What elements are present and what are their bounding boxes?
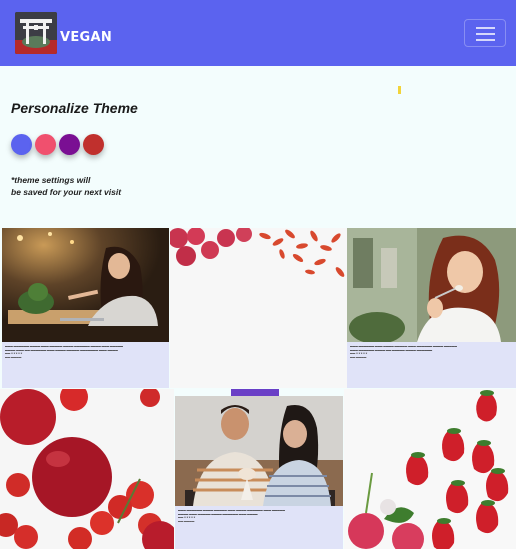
caption-author: ▬▬ ▬▬▬▬ [5, 355, 22, 359]
theme-note-line-2: be saved for your next visit [11, 187, 122, 197]
woman-eating-cafe-photo [2, 228, 169, 342]
caption-author: ▬▬ ▬▬▬▬ [178, 519, 195, 523]
raspberries-goji-berries-photo [170, 228, 347, 388]
woman-eating-fork-photo [347, 228, 516, 344]
hamburger-icon[interactable] [464, 19, 506, 47]
gallery-tile-5[interactable]: ▬▬▬ ▬▬▬▬▬▬ ▬▬▬▬ ▬▬▬▬▬ ▬▬▬ ▬▬▬▬ ▬▬▬▬▬▬ ▬▬… [175, 396, 343, 549]
strawberries-radishes-photo [344, 389, 516, 549]
theme-note-line-1: *theme settings will [11, 175, 91, 185]
accent-tab [231, 389, 279, 396]
apples-tomatoes-photo [0, 389, 174, 549]
theme-note: *theme settings will be saved for your n… [11, 174, 211, 198]
photo-caption: ▬▬▬ ▬▬▬▬▬▬ ▬▬▬ ▬▬▬▬ ▬▬▬▬▬ ▬▬▬ ▬▬▬▬▬▬ ▬▬▬… [347, 342, 516, 388]
theme-swatch-blue[interactable] [11, 134, 32, 155]
theme-title: Personalize Theme [11, 100, 138, 116]
highlight-marker [398, 86, 401, 94]
theme-swatch-pink[interactable] [35, 134, 56, 155]
gallery-tile-3[interactable]: ▬▬▬ ▬▬▬▬▬▬ ▬▬▬ ▬▬▬▬ ▬▬▬▬▬ ▬▬▬ ▬▬▬▬▬▬ ▬▬▬… [347, 228, 516, 388]
photo-caption: ▬▬▬ ▬▬▬▬▬▬ ▬▬▬▬ ▬▬▬ ▬▬▬▬▬ ▬▬▬▬ ▬▬▬▬▬▬ ▬▬… [2, 342, 169, 388]
theme-swatch-purple[interactable] [59, 134, 80, 155]
gallery-tile-1[interactable]: ▬▬▬ ▬▬▬▬▬▬ ▬▬▬▬ ▬▬▬ ▬▬▬▬▬ ▬▬▬▬ ▬▬▬▬▬▬ ▬▬… [2, 228, 169, 388]
photo-caption: ▬▬▬ ▬▬▬▬▬▬ ▬▬▬▬ ▬▬▬▬▬ ▬▬▬ ▬▬▬▬ ▬▬▬▬▬▬ ▬▬… [175, 506, 343, 549]
navbar: VEGAN [0, 0, 516, 66]
gallery-tile-6[interactable] [344, 389, 516, 549]
brand-name[interactable]: VEGAN [60, 30, 112, 45]
gallery-tile-2[interactable] [170, 228, 347, 388]
theme-swatch-red[interactable] [83, 134, 104, 155]
torii-gate-icon[interactable] [15, 12, 57, 54]
caption-author: ▬▬ ▬▬▬▬ [350, 355, 367, 359]
gallery-tile-4[interactable] [0, 389, 174, 549]
couple-sharing-dessert-photo [175, 396, 343, 506]
